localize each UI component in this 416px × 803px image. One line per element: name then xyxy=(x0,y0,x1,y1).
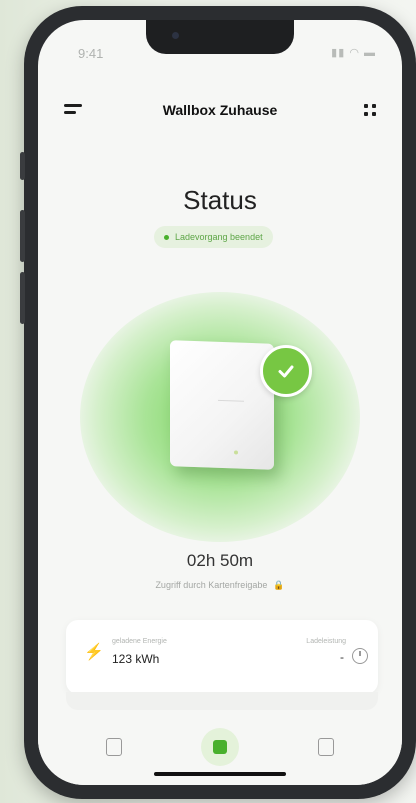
volume-down-button xyxy=(20,272,25,324)
phone-frame: 9:41 ▮▮ ◠ ▬ Wallbox Zuhause Status Ladev… xyxy=(24,6,416,799)
power-value: - xyxy=(340,650,344,664)
energy-card[interactable]: ⚡ geladene Energie 123 kWh Ladeleistung … xyxy=(66,620,378,694)
mute-switch xyxy=(20,152,25,180)
check-icon xyxy=(260,345,312,397)
charge-duration: 02h 50m xyxy=(186,551,254,570)
card-footer xyxy=(66,692,378,710)
status-badge: Ladevorgang beendet xyxy=(154,226,273,248)
page-title: Wallbox Zuhause xyxy=(162,102,278,118)
clock-icon[interactable] xyxy=(352,648,368,664)
status-heading: Status xyxy=(183,185,257,215)
app-header: Wallbox Zuhause xyxy=(38,96,402,126)
energy-value: 123 kWh xyxy=(112,652,160,666)
grid-icon[interactable] xyxy=(364,104,376,116)
volume-up-button xyxy=(20,210,25,262)
wallbox-logo-line xyxy=(218,399,244,402)
notch xyxy=(146,20,294,54)
app-screen: 9:41 ▮▮ ◠ ▬ Wallbox Zuhause Status Ladev… xyxy=(38,20,402,785)
energy-label: geladene Energie xyxy=(112,638,167,645)
charger-tab-button[interactable] xyxy=(201,728,239,766)
bolt-icon: ⚡ xyxy=(84,644,104,661)
access-label: Zugriff durch Kartenfreigabe xyxy=(155,580,268,590)
status-badge-label: Ladevorgang beendet xyxy=(175,232,263,242)
calendar-icon[interactable] xyxy=(318,738,334,756)
power-label: Ladeleistung xyxy=(306,638,346,645)
wallbox-image xyxy=(170,340,274,470)
lock-icon: 🔒 xyxy=(273,580,285,590)
signal-wifi-battery-icon: ▮▮ ◠ ▬ xyxy=(331,47,376,59)
wallbox-led xyxy=(234,450,238,455)
access-info: Zugriff durch Kartenfreigabe 🔒 xyxy=(38,580,402,591)
charger-icon xyxy=(213,740,227,754)
home-indicator[interactable] xyxy=(154,772,286,776)
camera xyxy=(172,32,179,39)
status-dot-icon xyxy=(164,234,169,240)
stats-icon[interactable] xyxy=(106,738,122,756)
status-time: 9:41 xyxy=(78,46,104,61)
